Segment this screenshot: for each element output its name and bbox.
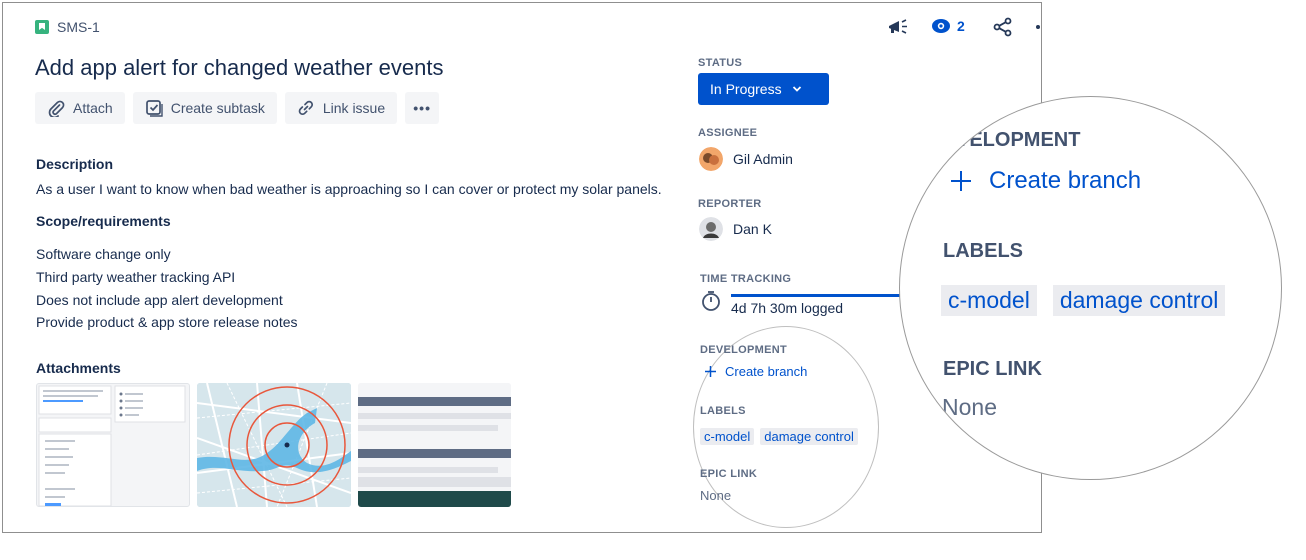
issue-toolbar: Attach Create subtask Link issue ••• [35, 92, 440, 124]
label-chip[interactable]: damage control [760, 428, 858, 445]
attach-button[interactable]: Attach [35, 92, 125, 124]
magnified-development-label: VELOPMENT [956, 129, 1081, 151]
eye-icon [932, 19, 950, 33]
watch-count: 2 [957, 18, 965, 34]
status-value: In Progress [710, 81, 782, 97]
assignee-name: Gil Admin [733, 151, 793, 167]
assignee-label: ASSIGNEE [698, 127, 758, 139]
subtask-icon [145, 100, 163, 117]
more-icon[interactable] [1036, 25, 1040, 29]
description-heading: Description [36, 156, 114, 172]
story-icon [35, 20, 49, 34]
time-tracking-bar[interactable] [731, 294, 921, 297]
avatar [699, 217, 723, 241]
magnified-epic-link-value[interactable]: None [942, 394, 997, 421]
issue-key-label[interactable]: SMS-1 [57, 19, 100, 35]
status-dropdown[interactable]: In Progress [698, 73, 829, 105]
attachment-thumbnail-map[interactable] [197, 383, 351, 507]
create-subtask-button[interactable]: Create subtask [132, 92, 277, 124]
reporter-label: REPORTER [698, 198, 762, 210]
label-chip[interactable]: c-model [700, 428, 755, 445]
issue-key[interactable]: SMS-1 [35, 19, 100, 35]
requirement-item: Provide product & app store release note… [36, 314, 298, 330]
labels-label: LABELS [700, 405, 746, 417]
magnified-epic-link-label: EPIC LINK [943, 358, 1042, 380]
description-text[interactable]: As a user I want to know when bad weathe… [36, 181, 662, 197]
link-issue-button[interactable]: Link issue [284, 92, 398, 124]
watch-button[interactable]: 2 [931, 18, 965, 34]
issue-card: SMS-1 2 Add app alert for changed weathe… [2, 2, 1042, 533]
magnified-label-chip[interactable]: damage control [1052, 285, 1226, 316]
share-icon[interactable] [993, 17, 1013, 42]
epic-link-value[interactable]: None [700, 488, 731, 503]
create-branch-label: Create branch [725, 364, 808, 379]
development-label: DEVELOPMENT [700, 344, 788, 356]
plus-icon [951, 171, 971, 191]
reporter[interactable]: Dan K [699, 217, 772, 241]
stopwatch-icon [701, 290, 721, 317]
create-subtask-label: Create subtask [170, 100, 265, 116]
chevron-down-icon [792, 86, 801, 92]
attach-label: Attach [73, 100, 113, 116]
time-logged[interactable]: 4d 7h 30m logged [731, 300, 843, 316]
requirement-item: Does not include app alert development [36, 292, 283, 308]
more-actions-button[interactable]: ••• [405, 92, 440, 124]
scope-heading: Scope/requirements [36, 213, 171, 229]
magnifier-callout: VELOPMENT Create branch LABELS c-model d… [899, 96, 1282, 480]
magnified-create-branch-link[interactable]: Create branch [949, 167, 1141, 195]
requirement-item: Software change only [36, 246, 171, 262]
labels-list: c-model damage control [700, 428, 858, 445]
plus-icon [705, 366, 716, 377]
issue-title[interactable]: Add app alert for changed weather events [35, 55, 444, 81]
requirement-item: Third party weather tracking API [36, 269, 236, 285]
magnified-labels-label: LABELS [943, 240, 1023, 262]
magnified-create-branch-label: Create branch [989, 167, 1142, 194]
link-issue-label: Link issue [322, 100, 386, 116]
create-branch-link[interactable]: Create branch [704, 364, 807, 379]
paperclip-icon [48, 100, 65, 117]
link-icon [298, 100, 313, 116]
avatar [699, 147, 723, 171]
status-label: STATUS [698, 57, 743, 69]
attachment-thumbnail-form[interactable] [36, 383, 190, 507]
attachment-thumbnail-document[interactable] [358, 383, 511, 507]
assignee[interactable]: Gil Admin [699, 147, 793, 171]
attachments-heading: Attachments [36, 360, 121, 376]
epic-link-label: EPIC LINK [700, 468, 758, 480]
megaphone-icon[interactable] [887, 17, 909, 42]
magnified-label-chip[interactable]: c-model [941, 285, 1037, 316]
time-tracking-label: TIME TRACKING [700, 273, 792, 285]
reporter-name: Dan K [733, 221, 772, 237]
magnified-labels-list: c-model damage control [941, 285, 1226, 316]
